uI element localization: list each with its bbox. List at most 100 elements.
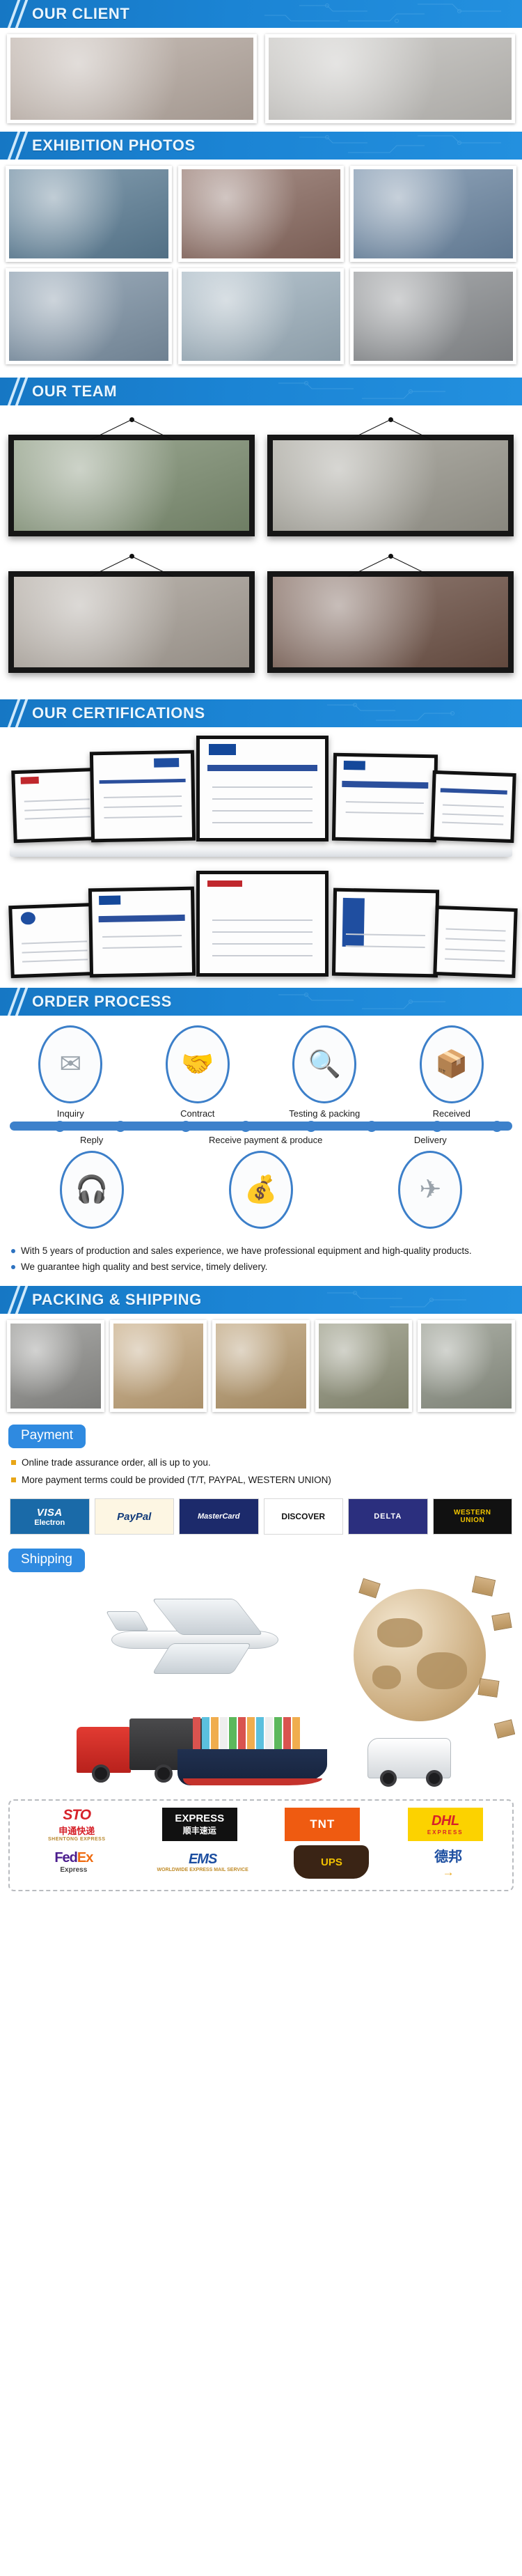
order-process-bullets: With 5 years of production and sales exp… xyxy=(0,1236,522,1286)
exhibition-photo-5 xyxy=(177,268,345,364)
delta-logo: DELTA xyxy=(348,1498,428,1535)
exhibition-row-1 xyxy=(6,166,517,262)
exhibition-photo-2 xyxy=(177,166,345,262)
western-union-logo: WESTERN UNION xyxy=(432,1498,512,1535)
order-step-received: 📦 Received xyxy=(400,1025,504,1119)
team-row-2 xyxy=(8,553,514,673)
carrier-row-1: STO 申通快递 SHENTONG EXPRESS EXPRESS 顺丰速运 T… xyxy=(15,1807,507,1842)
team-photo-1 xyxy=(8,417,255,536)
certificate-item xyxy=(430,770,516,844)
discover-logo: DISCOVER xyxy=(263,1498,343,1535)
payment-bullets: Online trade assurance order, all is up … xyxy=(0,1448,522,1496)
team-photo-grid xyxy=(0,405,522,699)
packing-photo-4 xyxy=(315,1320,413,1412)
order-step-testing-packing: 🔍 Testing & packing xyxy=(272,1025,377,1119)
parcel-icon xyxy=(491,1612,512,1631)
picture-hanging-wire-icon xyxy=(8,417,255,476)
team-photo-4 xyxy=(267,553,514,673)
order-step-label: Delivery xyxy=(413,1135,447,1145)
client-photo-2 xyxy=(265,34,515,123)
sto-express-logo: STO 申通快递 SHENTONG EXPRESS xyxy=(47,1807,106,1842)
order-step-inquiry: ✉ Inquiry xyxy=(18,1025,122,1119)
air-freight-globe-icon: ✈ xyxy=(419,1175,442,1204)
section-title: OUR CLIENT xyxy=(32,5,130,22)
payment-production-icon: 💰 xyxy=(244,1175,278,1204)
picture-hanging-wire-icon xyxy=(8,553,255,613)
team-row-1 xyxy=(8,417,514,536)
slash-decoration xyxy=(0,1286,32,1314)
order-step-label: Received xyxy=(432,1108,470,1119)
order-bullet-1: With 5 years of production and sales exp… xyxy=(11,1244,511,1258)
certificate-item xyxy=(88,886,196,978)
slash-decoration xyxy=(0,699,32,727)
client-photo-row xyxy=(0,28,522,132)
shelf-divider xyxy=(10,846,512,857)
packing-photo-3 xyxy=(212,1320,310,1412)
delivery-van-icon xyxy=(367,1732,451,1787)
section-header-our-client: OUR CLIENT xyxy=(0,0,522,28)
email-at-icon: ✉ xyxy=(59,1050,82,1079)
section-header-certifications: OUR CERTIFICATIONS xyxy=(0,699,522,727)
logistics-illustration xyxy=(7,1575,515,1798)
section-header-order-process: ORDER PROCESS xyxy=(0,988,522,1016)
paypal-logo: PayPal xyxy=(94,1498,174,1535)
slash-decoration xyxy=(0,988,32,1016)
order-process-top-row: ✉ Inquiry 🤝 Contract 🔍 Testing & packing… xyxy=(7,1025,515,1119)
exhibition-photo-1 xyxy=(6,166,172,262)
section-title: OUR TEAM xyxy=(32,382,118,400)
payment-label-pill: Payment xyxy=(8,1425,86,1448)
shipping-label-pill: Shipping xyxy=(8,1549,85,1572)
client-photo-1 xyxy=(7,34,257,123)
certificate-item xyxy=(8,902,100,979)
order-step-label: Reply xyxy=(80,1135,104,1145)
payment-bullet-2: More payment terms could be provided (T/… xyxy=(11,1473,511,1487)
certificate-item xyxy=(89,750,196,843)
section-header-our-team: OUR TEAM xyxy=(0,378,522,405)
handshake-contract-icon: 🤝 xyxy=(181,1050,214,1079)
section-header-exhibition: EXHIBITION PHOTOS xyxy=(0,132,522,160)
picture-hanging-wire-icon xyxy=(267,417,514,476)
certificate-item xyxy=(196,736,329,841)
order-step-contract: 🤝 Contract xyxy=(145,1025,250,1119)
exhibition-photo-grid xyxy=(0,160,522,378)
exhibition-row-2 xyxy=(6,268,517,364)
order-step-delivery: Delivery ✈ xyxy=(378,1133,482,1229)
visa-electron-logo: VISA Electron xyxy=(10,1498,90,1535)
container-ship-icon xyxy=(177,1702,327,1785)
order-process-bottom-row: Reply 🎧 Receive payment & produce 💰 Deli… xyxy=(7,1133,515,1229)
globe-icon xyxy=(354,1589,486,1721)
certificate-row-1 xyxy=(0,730,522,844)
packing-photo-row xyxy=(0,1314,522,1420)
carrier-logo-box: STO 申通快递 SHENTONG EXPRESS EXPRESS 顺丰速运 T… xyxy=(8,1799,514,1891)
certificate-item xyxy=(331,887,440,978)
order-step-label: Testing & packing xyxy=(289,1108,361,1119)
carrier-row-2: FedEx Express EMS WORLDWIDE EXPRESS MAIL… xyxy=(15,1845,507,1879)
parcel-icon xyxy=(493,1719,515,1739)
certificate-item xyxy=(11,767,103,844)
section-title: EXHIBITION PHOTOS xyxy=(32,137,196,154)
section-title: ORDER PROCESS xyxy=(32,993,172,1010)
payment-logo-row: VISA Electron PayPal MasterCard DISCOVER… xyxy=(0,1496,522,1544)
order-bullet-2: We guarantee high quality and best servi… xyxy=(11,1260,511,1274)
process-timeline-bar xyxy=(10,1120,512,1132)
certificate-gallery xyxy=(0,727,522,988)
inspection-packing-icon: 🔍 xyxy=(308,1050,341,1079)
payment-bullet-1: Online trade assurance order, all is up … xyxy=(11,1455,511,1470)
fedex-express-logo: FedEx Express xyxy=(54,1850,93,1874)
packing-photo-1 xyxy=(7,1320,104,1412)
certificate-row-2 xyxy=(0,865,522,979)
mastercard-logo: MasterCard xyxy=(179,1498,259,1535)
deppon-logo: 德邦 → xyxy=(434,1849,463,1879)
team-photo-2 xyxy=(267,417,514,536)
order-step-label: Contract xyxy=(180,1108,215,1119)
exhibition-photo-4 xyxy=(6,268,172,364)
certificate-item xyxy=(331,752,438,843)
warehouse-delivery-icon: 📦 xyxy=(435,1050,468,1079)
dhl-express-logo: DHL EXPRESS xyxy=(407,1808,483,1841)
sf-express-logo: EXPRESS 顺丰速运 xyxy=(161,1808,237,1841)
section-title: OUR CERTIFICATIONS xyxy=(32,704,205,722)
parcel-icon xyxy=(477,1678,500,1698)
exhibition-photo-3 xyxy=(350,166,517,262)
team-photo-3 xyxy=(8,553,255,673)
ems-logo: EMS WORLDWIDE EXPRESS MAIL SERVICE xyxy=(157,1852,248,1872)
